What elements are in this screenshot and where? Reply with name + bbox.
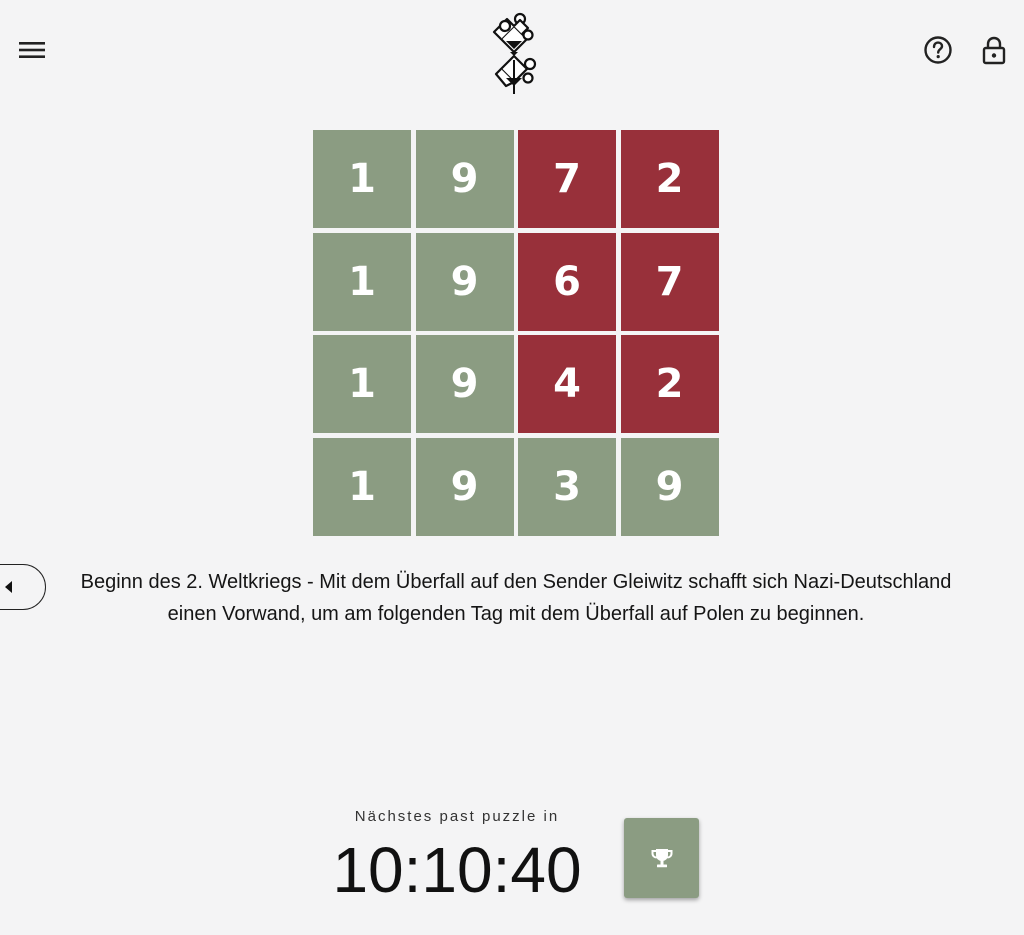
- digit-tile: 1: [313, 335, 411, 433]
- help-button[interactable]: [920, 32, 956, 68]
- digit-tile: 1: [313, 232, 411, 331]
- trophy-icon: [651, 849, 672, 868]
- digit-tile: 6: [518, 232, 616, 331]
- event-description: Beginn des 2. Weltkriegs - Mit dem Überf…: [80, 571, 952, 625]
- digit-tile: 9: [415, 437, 514, 536]
- next-puzzle-label: Nächstes past puzzle in: [354, 808, 560, 825]
- help-circle-icon: [924, 36, 952, 64]
- chevron-left-icon: [5, 581, 12, 593]
- digit-tile: 9: [620, 437, 719, 536]
- lock-icon: [982, 36, 1006, 65]
- puzzle-grid: 1972196719421939: [313, 130, 719, 536]
- digit-tile: 9: [415, 232, 514, 331]
- menu-button[interactable]: [14, 32, 50, 68]
- trophy-button[interactable]: [624, 818, 699, 898]
- menu-icon: [19, 42, 45, 58]
- lock-button[interactable]: [976, 32, 1012, 68]
- digit-tile: 1: [313, 130, 411, 228]
- digit-tile: 2: [620, 130, 719, 228]
- digit-tile: 1: [313, 437, 411, 536]
- logo: [484, 8, 544, 100]
- countdown-timer: 10:10:40: [332, 834, 582, 906]
- digit-tile: 7: [620, 232, 719, 331]
- digit-tile: 2: [620, 335, 719, 433]
- puzzle-hourglass-logo: [492, 12, 537, 94]
- previous-tab-button[interactable]: [0, 564, 46, 610]
- digit-tile: 3: [518, 437, 616, 536]
- digit-tile: 4: [518, 335, 616, 433]
- digit-tile: 9: [415, 130, 514, 228]
- digit-tile: 7: [518, 130, 616, 228]
- digit-tile: 9: [415, 335, 514, 433]
